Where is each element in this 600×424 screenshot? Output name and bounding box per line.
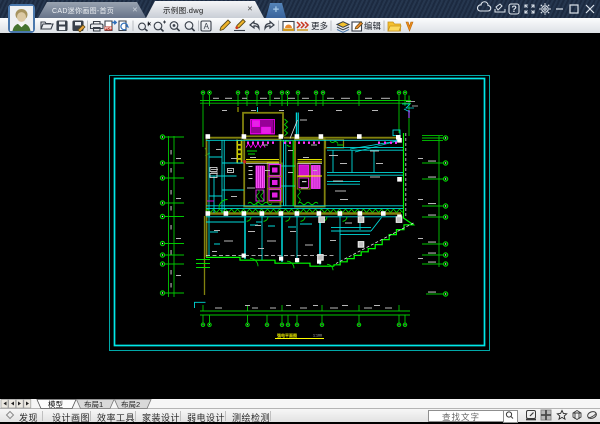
svg-text:PDF: PDF [105, 27, 112, 31]
svg-text:更多: 更多 [311, 21, 329, 31]
svg-text:布局1: 布局1 [84, 399, 103, 409]
svg-text:布局2: 布局2 [121, 399, 140, 409]
svg-text:A: A [204, 22, 210, 31]
svg-text:编辑: 编辑 [364, 21, 382, 31]
svg-text:强电平面图: 强电平面图 [277, 332, 297, 338]
svg-text:模型: 模型 [48, 399, 63, 409]
svg-text:?: ? [511, 4, 517, 14]
svg-text:1:100: 1:100 [313, 334, 322, 338]
